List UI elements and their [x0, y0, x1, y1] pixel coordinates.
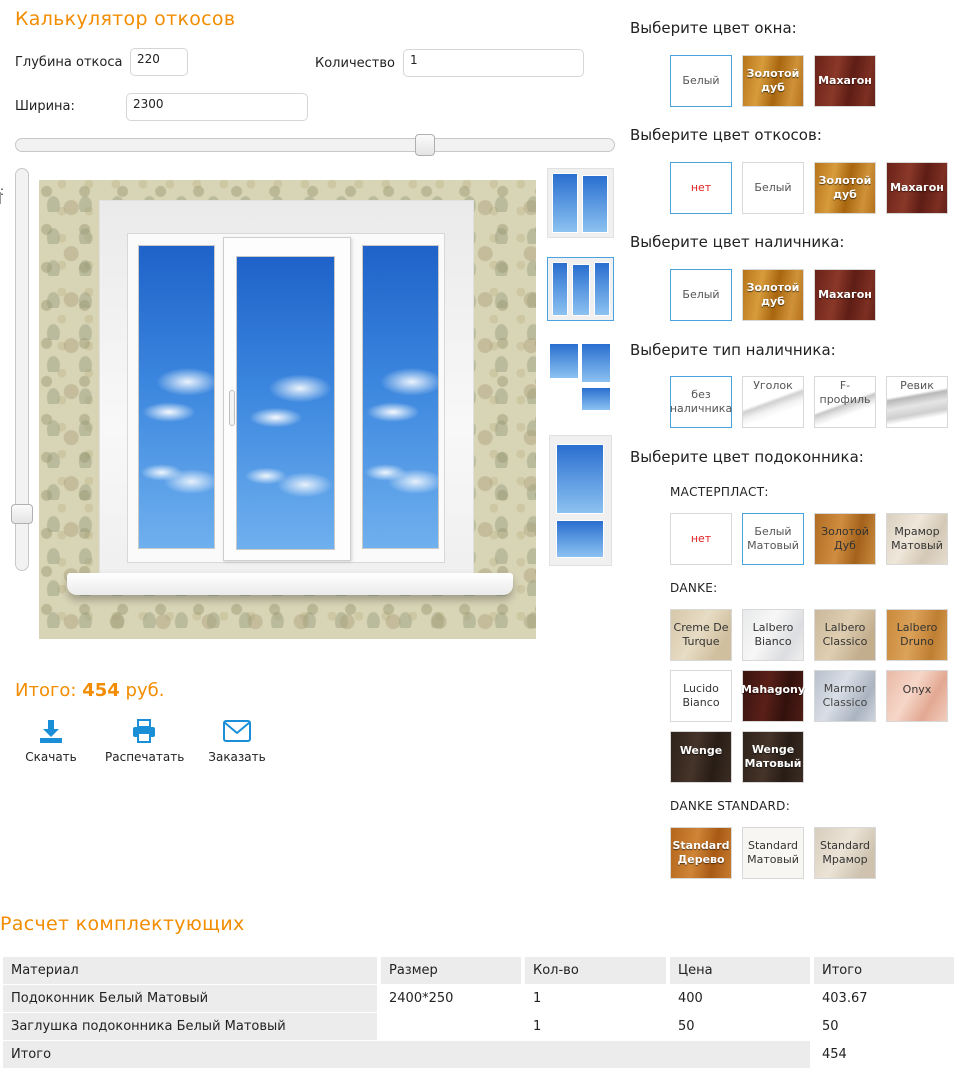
sill-danke-mahagony[interactable]: Mahagony	[741, 670, 805, 722]
order-button[interactable]: Заказать	[208, 718, 266, 764]
calc-table: Материал Размер Кол-во Цена Итого Подоко…	[3, 956, 958, 1069]
calc-header-row: Материал Размер Кол-во Цена Итого	[3, 957, 958, 984]
col-material: Материал	[3, 957, 381, 984]
sill-masterplast-white-matte[interactable]: Белый Матовый	[742, 513, 804, 565]
calc-footer-row: Итого 454	[3, 1041, 958, 1068]
width-input[interactable]: 2300	[126, 93, 308, 121]
cell-size	[381, 1013, 525, 1040]
sill-danke-onyx[interactable]: Onyx	[886, 670, 948, 722]
window-preview	[39, 180, 536, 639]
total-price: Итого: 454 руб.	[15, 680, 164, 701]
trim-type-revik[interactable]: Ревик	[886, 376, 948, 428]
slope-color-mahogany[interactable]: Махагон	[886, 162, 948, 214]
trim-color-mahogany[interactable]: Махагон	[814, 269, 876, 321]
slope-color-title: Выберите цвет откосов:	[630, 126, 822, 144]
width-slider-handle[interactable]	[415, 134, 435, 156]
center-glass-pane	[236, 256, 335, 550]
slope-color-white[interactable]: Белый	[742, 162, 804, 214]
right-glass-pane	[362, 245, 439, 549]
sill-danke-creme-de-turque[interactable]: Creme De Turque	[670, 609, 732, 661]
depth-label: Глубина откоса	[15, 55, 123, 70]
col-price: Цена	[670, 957, 814, 984]
printer-icon	[133, 719, 155, 743]
footer-total: 454	[814, 1041, 958, 1068]
sill-danke-wenge-matte[interactable]: Wenge Матовый	[742, 731, 804, 783]
trim-color-golden-oak[interactable]: Золотой дуб	[742, 269, 804, 321]
total-currency: руб.	[125, 680, 165, 701]
slope-color-none[interactable]: нет	[670, 162, 732, 214]
sill-danke-lalbero-bianco[interactable]: Lalbero Bianco	[742, 609, 804, 661]
sill-color-title: Выберите цвет подоконника:	[630, 448, 864, 466]
cell-total: 403.67	[814, 985, 958, 1012]
window-color-title: Выберите цвет окна:	[630, 19, 797, 37]
sill-masterplast-marble-matte[interactable]: Мрамор Матовый	[886, 513, 948, 565]
sill-danke-lalbero-classico[interactable]: Lalbero Classico	[814, 609, 876, 661]
sill-standard-wood[interactable]: Standard Дерево	[670, 827, 732, 879]
window-type-thumb-1[interactable]	[547, 168, 614, 238]
sill-danke-lalbero-druno[interactable]: Lalbero Druno	[886, 609, 948, 661]
width-label: Ширина:	[15, 99, 75, 114]
cell-material: Подоконник Белый Матовый	[3, 985, 381, 1012]
table-row: Заглушка подоконника Белый Матовый 1 50 …	[3, 1013, 958, 1040]
footer-label: Итого	[3, 1041, 814, 1068]
masterplast-label: МАСТЕРПЛАСТ:	[670, 485, 769, 499]
window-type-thumb-balcony[interactable]	[549, 435, 612, 566]
window-color-golden-oak[interactable]: Золотой дуб	[742, 55, 804, 107]
download-icon	[40, 720, 62, 743]
left-glass-pane	[138, 245, 215, 549]
window-type-thumb-2[interactable]	[547, 257, 614, 321]
calc-title: Расчет комплектующих	[0, 913, 245, 935]
sill-danke-lucido-bianco[interactable]: Lucido Bianco	[670, 670, 732, 722]
depth-input[interactable]: 220	[130, 48, 188, 76]
quantity-label: Количество	[315, 56, 395, 71]
total-label: Итого:	[15, 680, 77, 701]
trim-type-f-profile[interactable]: F-профиль	[814, 376, 876, 428]
page-title: Калькулятор откосов	[15, 8, 236, 30]
quantity-input[interactable]: 1	[403, 49, 584, 77]
cell-price: 400	[670, 985, 814, 1012]
window-sill	[67, 573, 513, 595]
cell-quantity: 1	[525, 985, 670, 1012]
window-color-mahogany[interactable]: Махагон	[814, 55, 876, 107]
table-row: Подоконник Белый Матовый 2400*250 1 400 …	[3, 985, 958, 1012]
height-slider[interactable]	[11, 168, 33, 571]
sill-danke-wenge[interactable]: Wenge	[670, 731, 732, 783]
width-slider[interactable]	[15, 134, 615, 156]
slope-color-golden-oak[interactable]: Золотой дуб	[814, 162, 876, 214]
col-quantity: Кол-во	[525, 957, 670, 984]
danke-standard-label: DANKE STANDARD:	[670, 799, 791, 813]
sill-masterplast-none[interactable]: нет	[670, 513, 732, 565]
cell-quantity: 1	[525, 1013, 670, 1040]
cell-total: 50	[814, 1013, 958, 1040]
col-size: Размер	[381, 957, 525, 984]
window-handle	[229, 390, 235, 426]
height-slider-handle[interactable]	[11, 504, 33, 524]
total-amount: 454	[82, 680, 120, 701]
print-label: Распечатать	[105, 750, 185, 764]
window-type-thumb-3[interactable]	[547, 341, 614, 413]
download-button[interactable]: Скачать	[25, 718, 77, 764]
sill-standard-marble[interactable]: Standard Мрамор	[814, 827, 876, 879]
col-total: Итого	[814, 957, 958, 984]
edge-marker	[0, 192, 3, 204]
download-label: Скачать	[25, 750, 77, 764]
order-label: Заказать	[208, 750, 266, 764]
cell-size: 2400*250	[381, 985, 525, 1012]
sill-masterplast-golden-oak[interactable]: Золотой Дуб	[814, 513, 876, 565]
mail-icon	[223, 720, 251, 742]
cell-material: Заглушка подоконника Белый Матовый	[3, 1013, 381, 1040]
window-color-white[interactable]: Белый	[670, 55, 732, 107]
cell-price: 50	[670, 1013, 814, 1040]
trim-type-none[interactable]: без наличника	[670, 376, 732, 428]
trim-type-corner[interactable]: Уголок	[742, 376, 804, 428]
sill-standard-matte[interactable]: Standard Матовый	[742, 827, 804, 879]
danke-label: DANKE:	[670, 581, 718, 595]
trim-type-title: Выберите тип наличника:	[630, 341, 836, 359]
trim-color-title: Выберите цвет наличника:	[630, 233, 845, 251]
print-button[interactable]: Распечатать	[105, 718, 185, 764]
trim-color-white[interactable]: Белый	[670, 269, 732, 321]
sill-danke-marmor-classico[interactable]: Marmor Classico	[814, 670, 876, 722]
